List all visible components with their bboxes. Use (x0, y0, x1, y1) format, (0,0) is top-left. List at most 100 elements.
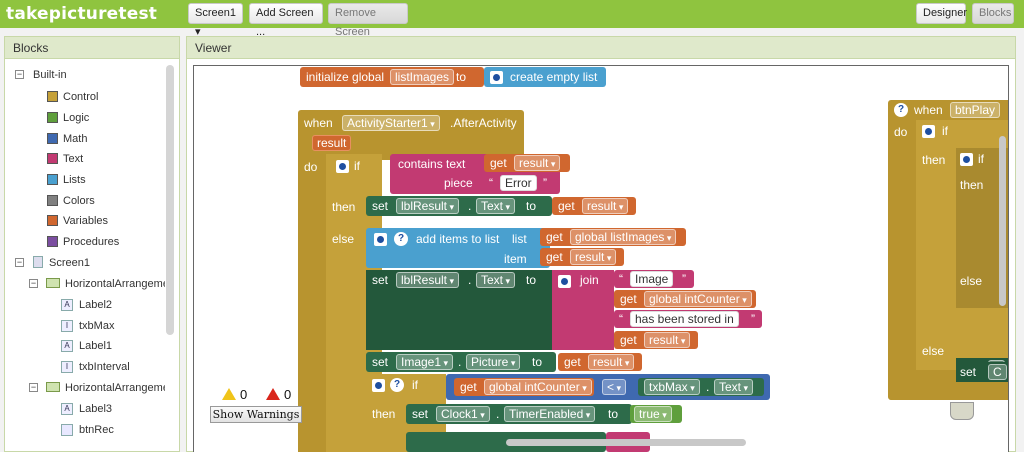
set-block[interactable]: set C (956, 362, 1008, 382)
workspace-horizontal-scrollbar[interactable] (506, 439, 746, 446)
quote-close: ” (682, 272, 686, 286)
workspace-vertical-scrollbar[interactable] (999, 136, 1006, 306)
component-dropdown[interactable]: ActivityStarter1 (342, 115, 440, 131)
collapse-icon[interactable]: − (29, 383, 38, 392)
component-dropdown[interactable]: Clock1 (436, 406, 490, 422)
tree-scrollbar[interactable] (166, 65, 174, 335)
text-value[interactable]: has been stored in (630, 311, 739, 327)
collapse-icon[interactable]: − (15, 258, 24, 267)
gear-icon[interactable] (558, 275, 571, 288)
dot-label: . (468, 273, 472, 287)
help-icon[interactable]: ? (894, 103, 908, 117)
text-error-block[interactable]: “ Error ” (484, 174, 554, 192)
set-lblresult-text-block[interactable]: set lblResult . Text to (366, 196, 552, 216)
event-name: .AfterActivity (450, 116, 517, 130)
get-global-listimages-block[interactable]: get global listImages (540, 228, 686, 246)
add-screen-button[interactable]: Add Screen ... (249, 3, 323, 38)
var-dropdown[interactable]: global intCounter (644, 291, 752, 307)
blocks-workspace[interactable]: initialize global listImages to create e… (193, 65, 1009, 452)
param-result[interactable]: result (312, 135, 352, 151)
drawer-label: Variables (63, 215, 109, 227)
set-lblresult-join-block[interactable]: set lblResult . Text to (366, 270, 552, 350)
component-label: txbInterval (79, 361, 130, 373)
property-dropdown[interactable]: Text (714, 379, 754, 395)
component-dropdown[interactable]: C (988, 364, 1007, 380)
component-dropdown[interactable]: btnPlay (950, 102, 1001, 118)
var-dropdown[interactable]: result (582, 198, 629, 214)
operator-dropdown[interactable]: < (602, 379, 627, 395)
trash-can-icon[interactable] (950, 402, 974, 420)
gear-icon[interactable] (960, 153, 973, 166)
btnplay-event-block[interactable]: ? when btnPlay do if then else if then e… (888, 100, 1008, 400)
lists-swatch-icon (47, 174, 58, 185)
arrangement-icon (46, 382, 60, 392)
drawer-label: Text (63, 153, 84, 165)
var-dropdown[interactable]: result (644, 332, 691, 348)
compare-block[interactable]: get global intCounter < txbMax . Text (446, 374, 770, 400)
gear-icon[interactable] (336, 160, 349, 173)
component-dropdown[interactable]: txbMax (644, 379, 700, 395)
help-icon[interactable]: ? (390, 378, 404, 392)
set-image1-picture-block[interactable]: set Image1 . Picture to (366, 352, 556, 372)
create-empty-list-block[interactable]: create empty list (484, 67, 606, 87)
drawer-label: Control (63, 91, 99, 103)
gear-icon[interactable] (922, 125, 935, 138)
var-dropdown[interactable]: result (570, 249, 617, 265)
help-icon[interactable]: ? (394, 232, 408, 246)
add-items-to-list-block[interactable]: ? add items to list list item (366, 228, 550, 268)
get-global-intcounter-block[interactable]: get global intCounter (614, 290, 756, 308)
get-result-block[interactable]: get result (558, 353, 642, 371)
collapse-icon[interactable]: − (15, 70, 24, 79)
collapse-icon[interactable]: − (29, 279, 38, 288)
to-label: to (608, 407, 619, 421)
text-value[interactable]: Image (630, 271, 674, 287)
property-dropdown[interactable]: TimerEnabled (504, 406, 596, 422)
property-dropdown[interactable]: Picture (466, 354, 521, 370)
if-block[interactable]: if then else if then else set b (916, 120, 1008, 378)
app-title: takepicturetest (6, 4, 158, 24)
designer-button[interactable]: Designer (916, 3, 967, 24)
init-to: to (456, 70, 467, 84)
get-label: get (620, 292, 637, 306)
gear-icon[interactable] (374, 233, 387, 246)
var-dropdown[interactable]: global intCounter (484, 379, 592, 395)
init-global-block[interactable]: initialize global listImages to (300, 67, 484, 87)
component-dropdown[interactable]: lblResult (396, 198, 460, 214)
true-block[interactable]: true (630, 405, 682, 423)
var-dropdown[interactable]: global listImages (570, 229, 677, 245)
boolean-dropdown[interactable]: true (634, 406, 672, 422)
set-clock1-timer-block[interactable]: set Clock1 . TimerEnabled to (406, 404, 632, 424)
warning-icon (222, 388, 236, 400)
drawer-label: Math (63, 133, 88, 145)
get-result-block[interactable]: get result (614, 331, 698, 349)
component-dropdown[interactable]: lblResult (396, 272, 460, 288)
join-block[interactable]: join (552, 270, 614, 350)
get-result-block[interactable]: get result (552, 197, 636, 215)
get-label: get (546, 250, 563, 264)
gear-icon[interactable] (490, 71, 503, 84)
get-result-block[interactable]: get result (484, 154, 570, 172)
get-result-block[interactable]: get result (540, 248, 624, 266)
init-keyword: initialize global (306, 70, 385, 84)
join-label: join (580, 273, 599, 287)
txbmax-text-block[interactable]: txbMax . Text (638, 378, 764, 396)
gear-icon[interactable] (372, 379, 385, 392)
get-global-intcounter-block[interactable]: get global intCounter (454, 378, 594, 396)
show-warnings-button[interactable]: Show Warnings (210, 406, 302, 423)
component-label: btnRec (79, 424, 114, 436)
screen-selector-button[interactable]: Screen1 ▾ (188, 3, 243, 38)
blocks-button[interactable]: Blocks (972, 3, 1014, 24)
var-dropdown[interactable]: result (514, 155, 561, 171)
component-dropdown[interactable]: Image1 (396, 354, 454, 370)
property-dropdown[interactable]: Text (476, 272, 516, 288)
when-label: when (914, 103, 943, 117)
var-dropdown[interactable]: result (588, 354, 635, 370)
get-label: get (460, 380, 477, 394)
text-stored-block[interactable]: “ has been stored in ” (614, 310, 762, 328)
event-header[interactable]: when ActivityStarter1 .AfterActivity res… (298, 110, 524, 160)
text-image-block[interactable]: “ Image ” (614, 270, 694, 288)
remove-screen-button[interactable]: Remove Screen (328, 3, 408, 38)
init-var-name[interactable]: listImages (390, 69, 455, 85)
text-value[interactable]: Error (500, 175, 537, 191)
property-dropdown[interactable]: Text (476, 198, 516, 214)
